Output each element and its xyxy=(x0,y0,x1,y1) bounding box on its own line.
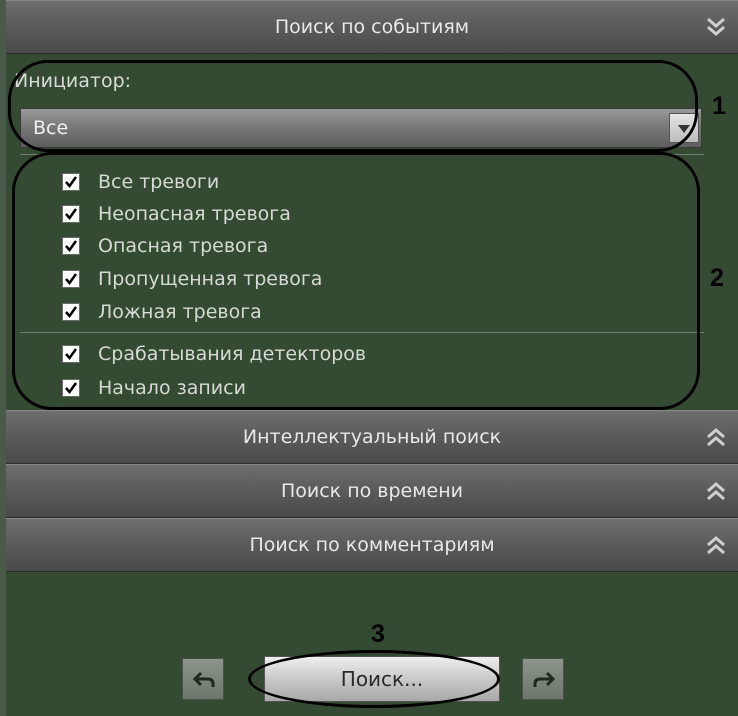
comment-search-title: Поиск по комментариям xyxy=(249,534,495,556)
double-chevron-up-icon[interactable] xyxy=(704,479,728,503)
smart-search-title: Интеллектуальный поиск xyxy=(242,426,502,448)
callout-number-1: 1 xyxy=(712,92,726,120)
double-chevron-up-icon[interactable] xyxy=(704,425,728,449)
double-chevron-down-icon[interactable] xyxy=(704,15,728,39)
back-button[interactable] xyxy=(182,658,224,700)
callout-number-2: 2 xyxy=(710,264,724,292)
annotation-oval-1 xyxy=(8,60,698,152)
back-arrow-icon xyxy=(192,671,215,687)
time-search-header[interactable]: Поиск по времени xyxy=(6,464,738,518)
double-chevron-up-icon[interactable] xyxy=(704,533,728,557)
event-search-header[interactable]: Поиск по событиям xyxy=(6,0,738,54)
annotation-oval-3 xyxy=(248,650,500,708)
annotation-oval-2 xyxy=(12,152,700,410)
smart-search-header[interactable]: Интеллектуальный поиск xyxy=(6,410,738,464)
comment-search-header[interactable]: Поиск по комментариям xyxy=(6,518,738,572)
event-search-title: Поиск по событиям xyxy=(274,16,470,38)
callout-number-3: 3 xyxy=(371,620,385,648)
forward-arrow-icon xyxy=(533,671,556,687)
time-search-title: Поиск по времени xyxy=(280,480,464,502)
forward-button[interactable] xyxy=(522,658,564,700)
